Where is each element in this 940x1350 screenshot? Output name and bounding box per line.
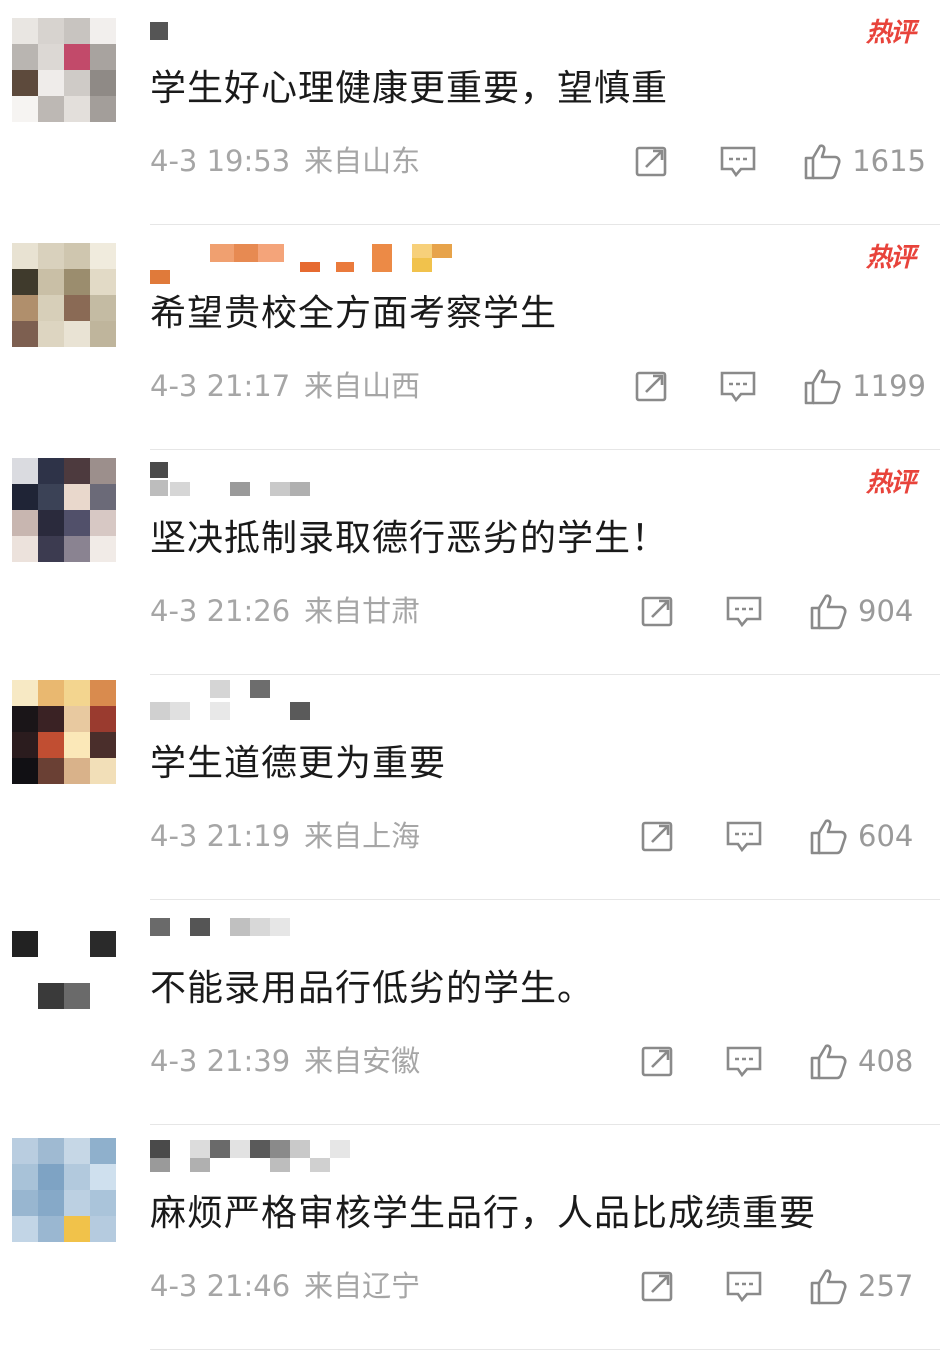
username-censored[interactable] <box>150 918 470 958</box>
reply-icon[interactable] <box>718 366 758 406</box>
comment-location: 来自山西 <box>304 369 421 403</box>
avatar[interactable] <box>12 905 116 1009</box>
comment-actions: 1615 <box>632 136 926 186</box>
comment-item[interactable]: 学生道德更为重要 4-3 21:19 来自上海 604 <box>0 675 940 900</box>
comment-location: 来自安徽 <box>304 1044 421 1078</box>
comment-meta: 4-3 21:19 来自上海 <box>150 816 420 856</box>
username-censored[interactable] <box>150 1140 470 1180</box>
comment-actions: 604 <box>638 811 926 861</box>
comment-location: 来自山东 <box>304 144 421 178</box>
avatar[interactable] <box>12 680 116 784</box>
share-icon[interactable] <box>632 141 672 181</box>
share-icon[interactable] <box>638 816 678 856</box>
comment-date: 4-3 21:19 <box>150 819 291 853</box>
share-icon[interactable] <box>632 366 672 406</box>
thumbs-up-icon[interactable] <box>802 141 842 181</box>
like-count[interactable]: 408 <box>858 1044 926 1078</box>
like-count[interactable]: 604 <box>858 819 926 853</box>
username-censored[interactable] <box>150 22 470 62</box>
comment-meta: 4-3 21:39 来自安徽 <box>150 1041 420 1081</box>
comment-text: 学生好心理健康更重要，望慎重 <box>150 68 669 109</box>
comment-text: 坚决抵制录取德行恶劣的学生！ <box>150 518 669 559</box>
reply-icon[interactable] <box>718 141 758 181</box>
like-count[interactable]: 904 <box>858 594 926 628</box>
avatar[interactable] <box>12 1138 116 1242</box>
comment-actions: 408 <box>638 1036 926 1086</box>
comment-location: 来自上海 <box>304 819 421 853</box>
like-count[interactable]: 257 <box>858 1269 926 1303</box>
comment-text: 希望贵校全方面考察学生 <box>150 293 558 334</box>
comment-meta: 4-3 21:26 来自甘肃 <box>150 591 420 631</box>
like-count[interactable]: 1199 <box>852 369 926 403</box>
share-icon[interactable] <box>638 1266 678 1306</box>
comment-text: 麻烦严格审核学生品行，人品比成绩重要 <box>150 1193 817 1234</box>
comment-actions: 1199 <box>632 361 926 411</box>
comment-location: 来自辽宁 <box>304 1269 421 1303</box>
reply-icon[interactable] <box>724 816 764 856</box>
comment-actions: 904 <box>638 586 926 636</box>
comment-item[interactable]: 麻烦严格审核学生品行，人品比成绩重要 4-3 21:46 来自辽宁 257 <box>0 1125 940 1350</box>
comment-actions: 257 <box>638 1261 926 1311</box>
hot-comment-badge: 热评 <box>865 468 916 498</box>
comment-location: 来自甘肃 <box>304 594 421 628</box>
thumbs-up-icon[interactable] <box>802 366 842 406</box>
thumbs-up-icon[interactable] <box>808 1041 848 1081</box>
comment-item[interactable]: 热评学生好心理健康更重要，望慎重 4-3 19:53 来自山东 1615 <box>0 0 940 225</box>
comment-meta: 4-3 21:17 来自山西 <box>150 366 420 406</box>
reply-icon[interactable] <box>724 1041 764 1081</box>
comment-date: 4-3 21:39 <box>150 1044 291 1078</box>
comment-date: 4-3 19:53 <box>150 144 291 178</box>
avatar[interactable] <box>12 458 116 562</box>
hot-comment-badge: 热评 <box>865 243 916 273</box>
hot-comment-badge: 热评 <box>865 18 916 48</box>
username-censored[interactable] <box>150 462 470 502</box>
share-icon[interactable] <box>638 1041 678 1081</box>
thumbs-up-icon[interactable] <box>808 816 848 856</box>
like-count[interactable]: 1615 <box>852 144 926 178</box>
avatar[interactable] <box>12 18 116 122</box>
reply-icon[interactable] <box>724 1266 764 1306</box>
share-icon[interactable] <box>638 591 678 631</box>
comment-text: 学生道德更为重要 <box>150 743 447 784</box>
comment-meta: 4-3 19:53 来自山东 <box>150 141 420 181</box>
comment-item[interactable]: 不能录用品行低劣的学生。 4-3 21:39 来自安徽 408 <box>0 900 940 1125</box>
comment-date: 4-3 21:46 <box>150 1269 291 1303</box>
thumbs-up-icon[interactable] <box>808 591 848 631</box>
avatar[interactable] <box>12 243 116 347</box>
comment-text: 不能录用品行低劣的学生。 <box>150 968 595 1009</box>
comment-item[interactable]: 热评坚决抵制录取德行恶劣的学生！ 4-3 21:26 来自甘肃 904 <box>0 450 940 675</box>
username-censored[interactable] <box>150 680 470 720</box>
comment-item[interactable]: 热评希望贵校全方面考察学生 4-3 21:17 来自山西 1199 <box>0 225 940 450</box>
thumbs-up-icon[interactable] <box>808 1266 848 1306</box>
username-censored[interactable] <box>150 244 470 284</box>
reply-icon[interactable] <box>724 591 764 631</box>
comment-meta: 4-3 21:46 来自辽宁 <box>150 1266 420 1306</box>
comment-date: 4-3 21:26 <box>150 594 291 628</box>
comment-date: 4-3 21:17 <box>150 369 291 403</box>
